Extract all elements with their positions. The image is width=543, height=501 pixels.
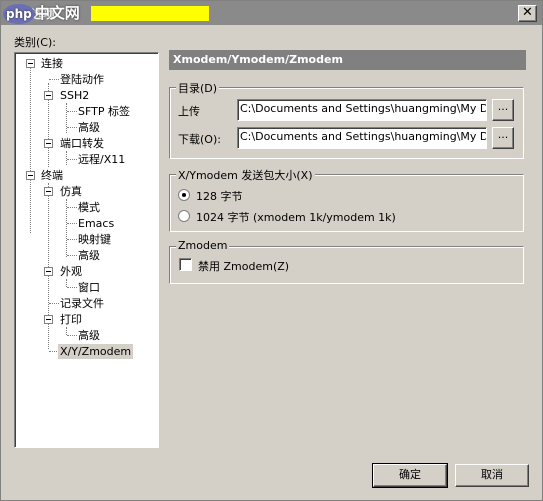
watermark-logo: php 中文网: [3, 3, 85, 24]
tree-item-ssh2-advanced[interactable]: 高级: [78, 120, 100, 135]
category-label: 类别(C):: [14, 36, 56, 49]
packet-128-label[interactable]: 128 字节: [196, 188, 243, 204]
upload-label: 上传: [178, 105, 200, 118]
directory-group: 目录(D) 上传 C:\Documents and Settings\huang…: [169, 80, 524, 159]
tree-line: [49, 303, 59, 304]
tree-item-printing-advanced[interactable]: 高级: [78, 328, 100, 343]
tree-item-printing[interactable]: 打印: [60, 312, 82, 327]
tree-line: [66, 327, 67, 335]
tree-item-ssh2[interactable]: SSH2: [60, 88, 89, 103]
tree-item-emulation[interactable]: 仿真: [60, 184, 82, 199]
redacted-region: [91, 6, 209, 21]
close-icon: ✕: [522, 5, 533, 20]
directory-legend: 目录(D): [176, 80, 220, 96]
cancel-button[interactable]: 取消: [455, 464, 529, 487]
collapse-icon[interactable]: [44, 139, 53, 148]
tree-line: [67, 127, 77, 128]
tree-line: [66, 279, 67, 287]
tree-line: [67, 287, 77, 288]
packet-1024-label[interactable]: 1024 字节 (xmodem 1k/ymodem 1k): [196, 209, 396, 225]
tree-item-connection[interactable]: 连接: [41, 56, 63, 71]
disable-zmodem-checkbox[interactable]: [179, 258, 192, 271]
tree-item-modes[interactable]: 模式: [78, 200, 100, 215]
tree-line: [30, 67, 31, 233]
title-bar: 会话选项 php中文网 ✕: [1, 1, 542, 25]
packet-128-radio[interactable]: [178, 189, 190, 201]
packet-size-group: X/Ymodem 发送包大小(X) 128 字节 1024 字节 (xmodem…: [169, 167, 524, 232]
disable-zmodem-label[interactable]: 禁用 Zmodem(Z): [198, 258, 289, 274]
tree-line: [67, 207, 77, 208]
tree-item-log-file[interactable]: 记录文件: [60, 296, 104, 311]
download-browse-button[interactable]: ...: [492, 127, 514, 149]
download-label: 下载(O):: [178, 133, 221, 146]
collapse-icon[interactable]: [44, 187, 53, 196]
packet-1024-radio[interactable]: [178, 210, 190, 222]
tree-item-terminal[interactable]: 终端: [41, 168, 63, 183]
tree-line: [67, 335, 77, 336]
category-tree[interactable]: 连接 登陆动作 SSH2 SFTP 标签 高级 端口转发 远程/X11 终端 仿…: [14, 52, 159, 448]
tree-item-emulation-advanced[interactable]: 高级: [78, 248, 100, 263]
upload-path-field[interactable]: C:\Documents and Settings\huangming\My D…: [237, 99, 487, 121]
ok-button[interactable]: 确定: [372, 463, 448, 488]
collapse-icon[interactable]: [44, 267, 53, 276]
collapse-icon[interactable]: [26, 59, 35, 68]
close-button[interactable]: ✕: [518, 5, 537, 22]
tree-line: [66, 103, 67, 133]
zmodem-legend: Zmodem: [176, 239, 230, 252]
tree-line: [48, 183, 49, 349]
tree-item-port-forwarding[interactable]: 端口转发: [60, 136, 104, 151]
tree-line: [67, 111, 77, 112]
tree-line: [66, 151, 67, 165]
tree-line: [67, 239, 77, 240]
tree-line: [49, 79, 59, 80]
packet-size-legend: X/Ymodem 发送包大小(X): [176, 167, 315, 183]
tree-line: [67, 159, 77, 160]
tree-item-emacs[interactable]: Emacs: [78, 216, 114, 231]
zmodem-group: Zmodem 禁用 Zmodem(Z): [169, 239, 524, 284]
tree-item-remote-x11[interactable]: 远程/X11: [78, 152, 125, 167]
tree-item-appearance[interactable]: 外观: [60, 264, 82, 279]
collapse-icon[interactable]: [26, 171, 35, 180]
tree-item-logon-actions[interactable]: 登陆动作: [60, 72, 104, 87]
tree-line: [67, 223, 77, 224]
tree-item-window[interactable]: 窗口: [78, 280, 100, 295]
panel-header: Xmodem/Ymodem/Zmodem: [169, 50, 526, 70]
collapse-icon[interactable]: [44, 315, 53, 324]
download-path-field[interactable]: C:\Documents and Settings\huangming\My D…: [237, 127, 487, 149]
tree-line: [67, 255, 77, 256]
tree-item-mapped-keys[interactable]: 映射键: [78, 232, 111, 247]
watermark-text: 中文网: [34, 4, 80, 22]
tree-item-sftp-tab[interactable]: SFTP 标签: [78, 104, 130, 119]
collapse-icon[interactable]: [44, 91, 53, 100]
tree-item-xyzmodem[interactable]: X/Y/Zmodem: [58, 344, 134, 359]
session-options-window: 会话选项 php中文网 ✕ 类别(C): 连接: [0, 0, 543, 501]
upload-browse-button[interactable]: ...: [492, 99, 514, 121]
